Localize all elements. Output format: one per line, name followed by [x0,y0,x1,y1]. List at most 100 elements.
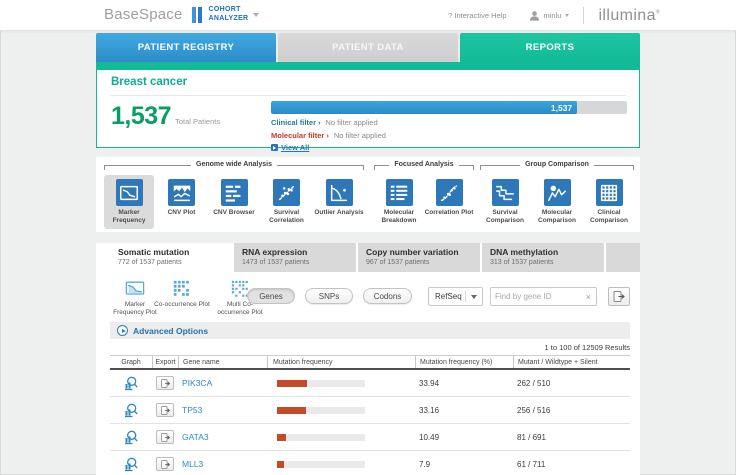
gene-link[interactable]: TP53 [182,405,202,415]
tab-patient-registry[interactable]: PATIENT REGISTRY [96,33,276,62]
clear-icon[interactable]: × [581,292,596,302]
frequency-bar [277,434,365,441]
gene-search-input[interactable] [491,292,581,301]
nav-tabs: PATIENT REGISTRY PATIENT DATA REPORTS [96,33,640,62]
tab-patient-data[interactable]: PATIENT DATA [278,33,458,62]
total-patients-count: 1,537 [111,102,171,130]
frequency-bar [277,380,365,387]
graph-zoom-icon[interactable] [123,429,139,445]
person-icon [529,10,540,21]
analysis-selector-panel: Genome wide Analysis Marker Frequency CN… [96,157,640,232]
chevron-down-icon[interactable] [253,13,259,17]
analysis-item-survival-comparison[interactable]: Survival Comparison [480,175,530,229]
correlation-plot-icon [436,179,463,206]
header-divider [583,7,584,24]
refseq-select[interactable]: RefSeq [428,287,483,306]
clinical-filter-link[interactable]: Clinical filter [271,118,316,127]
graph-zoom-icon[interactable] [123,402,139,418]
group-genome-wide: Genome wide Analysis Marker Frequency CN… [104,161,364,229]
active-tab-strip [96,62,640,70]
mutant-ratio: 256 / 516 [513,406,630,415]
export-icon [160,378,171,389]
cohort-title: Breast cancer [111,76,187,88]
advanced-options[interactable]: Advanced Options [110,322,630,339]
gene-link[interactable]: GATA3 [182,432,209,442]
analysis-item-cnv-browser[interactable]: CNV Browser [209,175,259,229]
results-summary: 1 to 100 of 12509 Results [110,343,630,352]
tab-copy-number-variation[interactable]: Copy number variation 967 of 1537 patien… [358,243,482,272]
basespace-bars-icon [192,7,202,23]
export-row-button[interactable] [156,457,174,471]
export-icon [160,405,171,416]
outlier-analysis-icon [326,179,353,206]
frequency-bar [277,407,365,414]
graph-zoom-icon[interactable] [123,375,139,391]
chevron-right-icon: › [318,118,321,127]
group-bracket: Genome wide Analysis [104,161,364,174]
analysis-item-molecular-comparison[interactable]: Molecular Comparison [532,175,582,229]
frequency-pct: 33.16 [415,406,513,415]
export-results-button[interactable] [608,287,630,306]
table-header: Graph Export Gene name Mutation frequenc… [110,355,630,370]
molecular-filter-status: No filter applied [334,131,386,140]
product-line1: COHORT [209,6,241,13]
frequency-pct: 33.94 [415,379,513,388]
tab-reports[interactable]: REPORTS [460,33,640,62]
illumina-logo: illumina® [598,7,660,25]
analysis-item-molecular-breakdown[interactable]: Molecular Breakdown [374,175,424,229]
analysis-item-cnv-plot[interactable]: CNV Plot [157,175,207,229]
frequency-bar [277,461,365,468]
tab-dna-methylation[interactable]: DNA methylation 313 of 1537 patients [482,243,606,272]
frequency-pct: 7.9 [415,460,513,469]
marker-frequency-icon [116,179,143,206]
group-comparison: Group Comparison Survival Comparison Mol… [480,161,634,229]
molecular-breakdown-icon [386,179,413,206]
patient-progress-bar: 1,537 [271,101,627,114]
mutant-ratio: 262 / 510 [513,379,630,388]
username: minlu [544,11,562,20]
graph-zoom-icon[interactable] [123,456,139,472]
interactive-help-link[interactable]: ? Interactive Help [448,11,506,20]
total-patients-label: Total Patients [175,117,220,126]
top-header: BaseSpace COHORT ANALYZER ? Interactive … [0,0,736,31]
chevron-right-icon: › [326,131,329,140]
patient-progress-fill: 1,537 [271,101,577,114]
clinical-filter-status: No filter applied [326,118,378,127]
view-all-link[interactable]: View All [281,143,309,152]
toggle-snps[interactable]: SNPs [305,288,353,304]
molecular-filter-link[interactable]: Molecular filter [271,131,324,140]
app-window: BaseSpace COHORT ANALYZER ? Interactive … [0,0,736,475]
toggle-codons[interactable]: Codons [363,288,412,304]
tab-somatic-mutation[interactable]: Somatic mutation 772 of 1537 patients [110,243,234,272]
view-all-icon [271,144,278,151]
gene-link[interactable]: PIK3CA [182,378,212,388]
export-row-button[interactable] [156,403,174,417]
export-icon [612,290,626,303]
analysis-item-survival-correlation[interactable]: Survival Correlation [262,175,312,229]
cohort-filter-block: 1,537 Clinical filter › No filter applie… [271,101,627,152]
cnv-browser-icon [221,179,248,206]
product-name: COHORT ANALYZER [209,6,249,22]
table-row: TP53 33.16 256 / 516 [110,397,630,424]
gene-link[interactable]: MLL3 [182,459,203,469]
product-line2: ANALYZER [209,15,249,22]
export-row-button[interactable] [156,376,174,390]
plot-type-co-occurrence[interactable]: Co-occurrence Plot [154,279,210,309]
tab-rna-expression[interactable]: RNA expression 1473 of 1537 patients [234,243,358,272]
analysis-item-marker-frequency[interactable]: Marker Frequency [104,175,154,229]
analysis-item-correlation-plot[interactable]: Correlation Plot [424,175,474,229]
molecular-comparison-icon [544,179,571,206]
export-icon [160,459,171,470]
report-panel: Somatic mutation 772 of 1537 patients RN… [96,243,640,475]
total-patients: 1,537 Total Patients [111,102,220,131]
view-all[interactable]: View All [271,143,627,152]
clinical-comparison-icon [596,179,623,206]
group-label: Focused Analysis [389,161,458,174]
user-menu[interactable]: minlu [529,10,570,21]
group-label: Genome wide Analysis [191,161,277,174]
analysis-item-outlier-analysis[interactable]: Outlier Analysis [314,175,364,229]
export-row-button[interactable] [156,430,174,444]
analysis-item-clinical-comparison[interactable]: Clinical Comparison [584,175,634,229]
table-row: PIK3CA 33.94 262 / 510 [110,370,630,397]
toggle-genes[interactable]: Genes [247,288,295,304]
